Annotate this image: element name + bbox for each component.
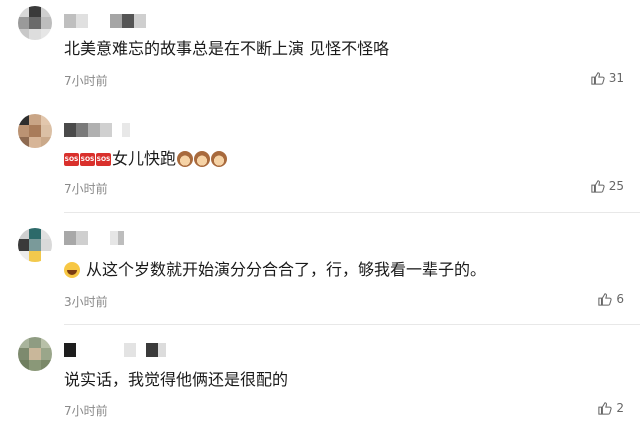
like-count: 6 <box>616 292 624 306</box>
like-button[interactable]: 6 <box>598 292 624 306</box>
username[interactable] <box>64 123 130 137</box>
comment-time: 7小时前 <box>64 74 108 88</box>
comment-time: 3小时前 <box>64 295 108 309</box>
comment-text-body: 从这个岁数就开始演分分合合了，行，够我看一辈子的。 <box>86 260 487 279</box>
see-no-evil-monkey-icon <box>194 151 211 167</box>
like-button[interactable]: 25 <box>591 179 624 193</box>
comment-time: 7小时前 <box>64 404 108 418</box>
thumbs-up-icon <box>598 402 612 415</box>
comment-text: 从这个岁数就开始演分分合合了，行，够我看一辈子的。 <box>64 259 486 281</box>
avatar[interactable] <box>18 337 52 371</box>
username[interactable] <box>64 231 124 245</box>
username[interactable] <box>64 14 146 28</box>
username[interactable] <box>64 343 166 357</box>
avatar[interactable] <box>18 6 52 40</box>
comment-text: SOS SOS SOS 女儿快跑 <box>64 148 228 170</box>
see-no-evil-monkey-icon <box>211 151 228 167</box>
like-button[interactable]: 31 <box>591 71 624 85</box>
see-no-evil-monkey-icon <box>177 151 194 167</box>
sos-icon: SOS <box>96 152 111 166</box>
sos-icon: SOS <box>80 152 95 166</box>
comment-text: 说实话，我觉得他俩还是很配的 <box>64 370 289 389</box>
comment-time: 7小时前 <box>64 182 108 196</box>
avatar[interactable] <box>18 228 52 262</box>
laughing-face-icon <box>64 262 80 278</box>
comment-text-body: 女儿快跑 <box>112 149 177 168</box>
avatar[interactable] <box>18 114 52 148</box>
comment-text: 北美意难忘的故事总是在不断上演 见怪不怪咯 <box>64 39 390 58</box>
thumbs-up-icon <box>591 72 605 85</box>
divider <box>64 212 640 213</box>
like-button[interactable]: 2 <box>598 401 624 415</box>
thumbs-up-icon <box>591 180 605 193</box>
sos-icon: SOS <box>64 152 79 166</box>
like-count: 2 <box>616 401 624 415</box>
like-count: 31 <box>608 71 624 85</box>
divider <box>64 324 640 325</box>
like-count: 25 <box>608 179 624 193</box>
thumbs-up-icon <box>598 293 612 306</box>
